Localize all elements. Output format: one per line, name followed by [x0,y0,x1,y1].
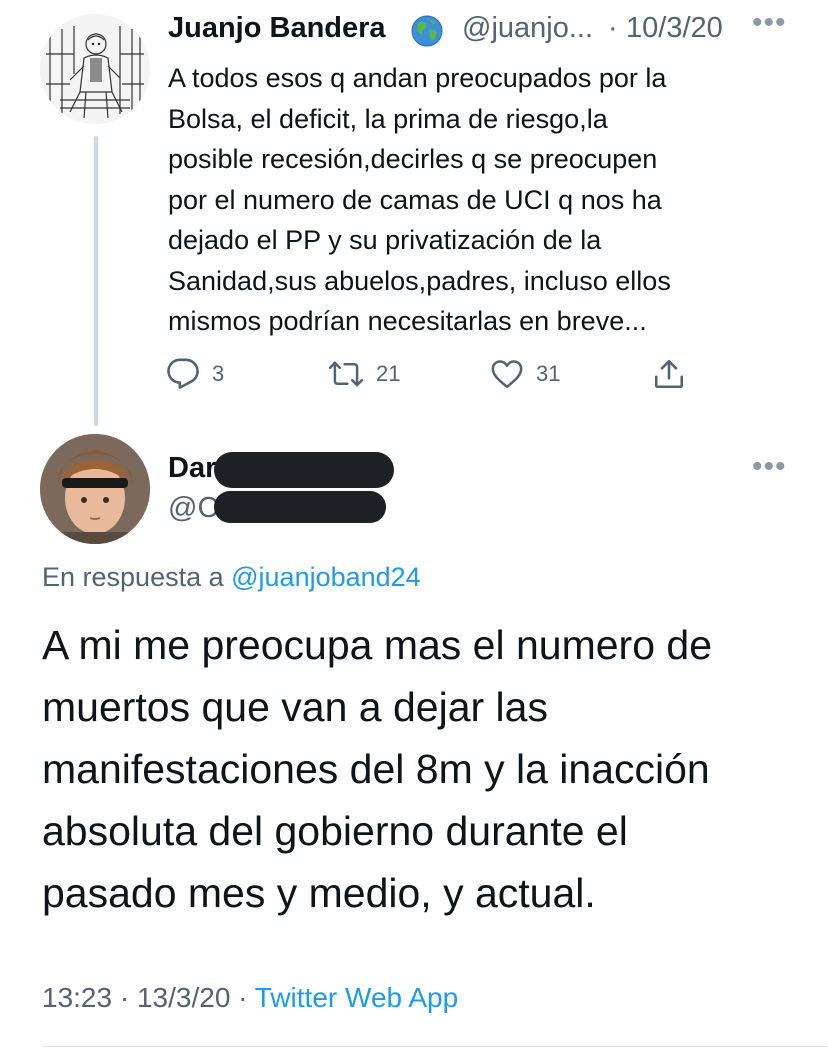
in-reply-to-mention-link[interactable]: @juanjoband24 [231,562,421,592]
text-line: por el numero de camas de UCI q nos ha [168,184,662,215]
tweet-time[interactable]: 13:23 [42,982,112,1013]
in-reply-to-label: En respuesta a @juanjoband24 [42,562,421,593]
share-icon [654,359,684,389]
meta-separator: · [238,982,248,1013]
reply-icon [167,358,199,389]
text-line: Sanidad,sus abuelos,padres, incluso ello… [168,265,671,296]
parent-author-avatar[interactable] [40,14,150,124]
text-line: mismos podrían necesitarlas en breve... [168,306,647,336]
globe-emoji-icon [410,14,444,48]
text-line: pasado mes y medio, y actual. [42,870,596,916]
text-line: muertos que van a dejar las [42,684,548,730]
share-button[interactable] [652,356,686,392]
text-line: A todos esos q andan preocupados por la [168,63,667,93]
text-line: posible recesión,decirles q se preocupen [168,144,658,174]
text-line: absoluta del gobierno durante el [42,808,628,854]
in-reply-to-prefix: En respuesta a [42,562,232,592]
bottom-divider [42,1046,828,1047]
reply-tweet-text: A mi me preocupa mas el numero de muerto… [42,614,802,924]
parent-author-name[interactable]: Juanjo Bandera [168,12,386,45]
more-options-icon[interactable]: ••• [752,450,787,484]
tweet-source-link[interactable]: Twitter Web App [255,982,458,1013]
meta-separator: · [608,12,618,44]
retweet-count: 21 [376,361,401,386]
reply-button[interactable]: 3 [166,356,224,392]
handle-redaction-bar [214,491,386,523]
text-line: A mi me preocupa mas el numero de [42,622,712,668]
reply-count: 3 [212,361,225,386]
parent-tweet-text: A todos esos q andan preocupados por la … [168,58,788,342]
reply-author-avatar[interactable] [40,434,150,544]
parent-tweet-date[interactable]: 10/3/20 [626,12,723,45]
tweet-date[interactable]: 13/3/20 [137,982,230,1013]
reply-author-handle[interactable]: @C [168,492,218,525]
name-redaction-bar [214,452,394,488]
parent-author-handle[interactable]: @juanjo... [462,12,593,45]
like-count: 31 [536,361,561,386]
retweet-button[interactable]: 21 [328,356,400,392]
child-portrait-icon [40,434,150,544]
text-line: dejado el PP y su privatización de la [168,225,602,255]
tweet-metadata: 13:23 · 13/3/20 · Twitter Web App [42,982,458,1014]
sketch-portrait-icon [40,14,150,124]
more-options-icon[interactable]: ••• [752,6,787,40]
heart-icon [491,360,523,389]
retweet-icon [328,361,364,387]
meta-separator: · [119,982,130,1013]
reply-author-name[interactable]: Dar [168,452,216,485]
text-line: Bolsa, el deficit, la prima de riesgo,la [168,103,608,134]
thread-connector-line [94,136,98,426]
text-line: manifestaciones del 8m y la inacción [42,746,710,792]
like-button[interactable]: 31 [490,356,560,392]
